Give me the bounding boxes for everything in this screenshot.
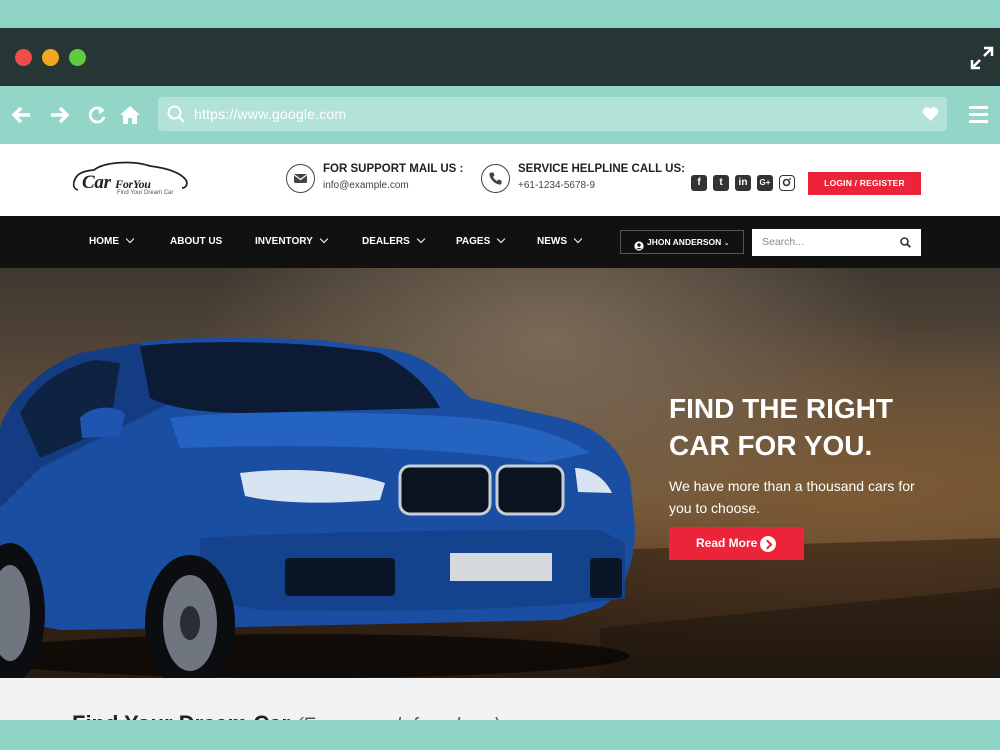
facebook-icon[interactable]: f [691,175,707,191]
menu-icon[interactable] [969,106,988,123]
fullscreen-icon[interactable] [970,46,994,70]
read-more-button[interactable]: Read More [669,527,804,560]
phone-icon [481,164,510,193]
search-placeholder: Search... [762,236,805,248]
hero-banner: FIND THE RIGHT CAR FOR YOU. We have more… [0,268,1000,678]
nav-item-home[interactable]: HOME [89,216,135,268]
hero-car-image [0,337,1000,678]
nav-item-inventory[interactable]: INVENTORY [255,216,329,268]
service-helpline: SERVICE HELPLINE CALL US: +61-1234-5678-… [481,162,685,198]
url-text: https://www.google.com [194,106,347,122]
user-menu-button[interactable]: JHON ANDERSON ⌄ [620,230,744,254]
close-window-button[interactable] [15,49,32,66]
user-name: JHON ANDERSON ⌄ [647,237,730,247]
nav-item-news[interactable]: NEWS [537,216,583,268]
arrow-right-icon [760,536,776,552]
nav-item-dealers[interactable]: DEALERS [362,216,426,268]
logo-tagline: Find Your Dream Car [117,190,174,196]
search-icon [167,105,185,123]
twitter-icon[interactable]: t [713,175,729,191]
hero-title: FIND THE RIGHT CAR FOR YOU. [669,393,893,461]
address-bar[interactable]: https://www.google.com [158,97,947,131]
reload-icon[interactable] [86,104,108,126]
helpline-title: SERVICE HELPLINE CALL US: [518,163,685,175]
search-icon[interactable] [900,237,911,248]
site-logo[interactable]: Car ForYou Find Your Dream Car [70,158,190,198]
title-bar [0,28,1000,86]
user-icon [634,237,644,251]
google-plus-icon[interactable]: G+ [757,175,773,191]
nav-item-pages[interactable]: PAGES [456,216,506,268]
chevron-down-icon [497,234,506,244]
chevron-down-icon [125,234,135,244]
support-mail: FOR SUPPORT MAIL US : info@example.com [286,162,466,198]
instagram-icon[interactable] [779,175,795,191]
envelope-icon [286,164,315,193]
forward-arrow-icon[interactable] [49,104,71,126]
support-email[interactable]: info@example.com [323,180,409,191]
site-search-input[interactable]: Search... [752,229,921,256]
browser-toolbar: https://www.google.com [0,86,1000,144]
chevron-down-icon [319,234,329,244]
back-arrow-icon[interactable] [10,104,32,126]
browser-window: https://www.google.com Car ForYou Find Y… [0,28,1000,750]
frame-bottom [0,720,1000,750]
home-icon[interactable] [119,104,141,126]
main-nav: HOME ABOUT US INVENTORY DEALERS PAGES NE… [0,216,1000,268]
chevron-down-icon [573,234,583,244]
heart-icon[interactable] [922,106,939,122]
support-title: FOR SUPPORT MAIL US : [323,163,464,175]
helpline-number[interactable]: +61-1234-5678-9 [518,180,595,191]
zoom-window-button[interactable] [69,49,86,66]
linkedin-icon[interactable]: in [735,175,751,191]
read-more-label: Read More [696,536,758,550]
minimize-window-button[interactable] [42,49,59,66]
chevron-down-icon [416,234,426,244]
hero-subtitle: We have more than a thousand cars for yo… [669,478,915,516]
site-header: Car ForYou Find Your Dream Car FOR SUPPO… [0,144,1000,216]
login-register-button[interactable]: LOGIN / REGISTER [808,172,921,195]
nav-item-about-us[interactable]: ABOUT US [170,216,222,268]
